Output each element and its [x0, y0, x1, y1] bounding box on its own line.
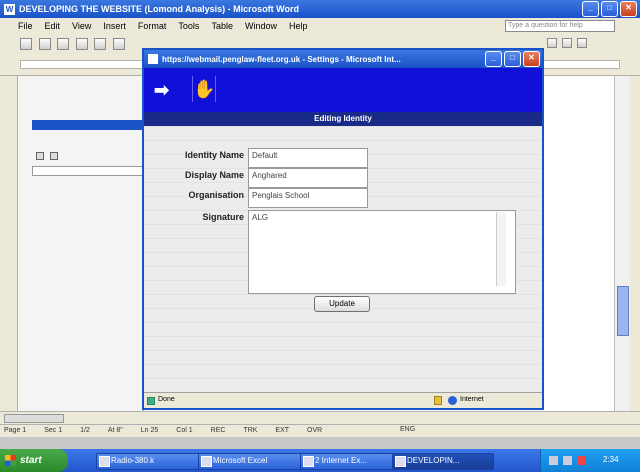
menu-item-help[interactable]: Help [289, 21, 308, 31]
app-icon [99, 456, 110, 467]
task-pane-icon-2[interactable] [50, 152, 58, 160]
save-icon[interactable] [57, 38, 70, 50]
organisation-input[interactable]: Penglais School [248, 188, 368, 208]
signature-textarea[interactable]: ALG [248, 210, 516, 294]
menu-item-tools[interactable]: Tools [178, 21, 199, 31]
word-maximize-button[interactable]: □ [601, 1, 618, 17]
bullets-icon[interactable] [577, 38, 587, 48]
system-tray: 2:34 [540, 449, 640, 472]
print-icon[interactable] [75, 38, 88, 50]
word-icon [395, 456, 406, 467]
browser-title-bar[interactable]: https://webmail.penglaw-fleet.org.uk - S… [144, 50, 542, 68]
browser-close-button[interactable]: ✕ [523, 51, 540, 67]
internet-zone-label: Internet [460, 396, 484, 403]
menu-item-insert[interactable]: Insert [103, 21, 126, 31]
settings-panel: Editing Identity Identity Name Default D… [144, 112, 542, 392]
view-buttons[interactable] [4, 414, 64, 423]
excel-icon [201, 456, 212, 467]
windows-logo-icon [5, 455, 16, 466]
page-done-icon [147, 397, 155, 405]
update-button[interactable]: Update [314, 296, 370, 312]
taskbar-item-word[interactable]: DEVELOPIN... [392, 453, 494, 470]
status-language: ENG [400, 426, 416, 433]
left-ruler [0, 76, 18, 411]
word-status-bar: Page 1 Sec 1 1/2 At 8" Ln 25 Col 1 REC TRK EXT OV… [0, 424, 640, 437]
menu-item-view[interactable]: View [72, 21, 91, 31]
identity-name-input[interactable]: Default [248, 148, 368, 168]
task-pane-icon[interactable] [36, 152, 44, 160]
signature-scrollbar[interactable] [496, 212, 506, 286]
ie-icon [303, 456, 314, 467]
internet-zone-icon [448, 396, 457, 405]
status-segment: At 8" [107, 427, 123, 434]
lock-icon [434, 396, 442, 405]
word-title: DEVELOPING THE WEBSITE (Lomond Analysis)… [19, 4, 300, 14]
status-segment: 1/2 [80, 427, 90, 434]
open-folder-icon[interactable] [38, 38, 51, 50]
taskbar-item-excel[interactable]: Microsoft Excel [198, 453, 304, 470]
ie-icon [148, 54, 158, 64]
scroll-thumb[interactable] [617, 286, 629, 336]
new-document-icon[interactable] [20, 38, 32, 50]
align-center-icon[interactable] [562, 38, 572, 48]
word-minimize-button[interactable]: _ [582, 1, 599, 17]
menu-item-format[interactable]: Format [138, 21, 167, 31]
word-app-icon: W [4, 3, 15, 15]
display-name-input[interactable]: Anghared [248, 168, 368, 188]
taskbar-item-internet-explorer[interactable]: 2 Internet Ex... [300, 453, 396, 470]
status-segment: REC [210, 427, 226, 434]
browser-status-bar: Done Internet [144, 392, 542, 408]
identity-name-label: Identity Name [184, 150, 244, 160]
word-title-bar[interactable]: W DEVELOPING THE WEBSITE (Lomond Analysi… [0, 0, 640, 18]
signature-label: Signature [202, 212, 244, 222]
task-pane-header[interactable] [32, 120, 144, 130]
status-segment: OVR [307, 427, 323, 434]
status-segment: Page 1 [4, 427, 27, 434]
status-segment: Ln 25 [140, 427, 159, 434]
browser-title: https://webmail.penglaw-fleet.org.uk - S… [162, 54, 401, 64]
menu-item-window[interactable]: Window [245, 21, 277, 31]
task-pane-dropdown[interactable] [32, 166, 144, 176]
horizontal-scrollbar[interactable] [0, 411, 640, 424]
menu-item-edit[interactable]: Edit [45, 21, 61, 31]
start-button[interactable]: start [0, 449, 68, 472]
editing-identity-header: Editing Identity [144, 112, 542, 126]
clock: 2:34 [603, 455, 619, 464]
hand-stop-icon[interactable]: ✋ [192, 76, 216, 102]
help-search-input[interactable]: Type a question for help [505, 20, 615, 32]
menu-item-file[interactable]: File [18, 21, 33, 31]
spelling-icon[interactable] [94, 38, 107, 50]
browser-window: https://webmail.penglaw-fleet.org.uk - S… [142, 48, 544, 410]
undo-icon[interactable] [112, 38, 125, 50]
align-left-icon[interactable] [547, 38, 557, 48]
status-segment: Sec 1 [44, 427, 63, 434]
taskbar-item-radio[interactable]: Radio-380.k [96, 453, 202, 470]
right-margin [630, 76, 640, 411]
menu-item-table[interactable]: Table [211, 21, 233, 31]
tray-icon[interactable] [577, 456, 586, 465]
word-close-button[interactable]: ✕ [620, 1, 637, 17]
display-name-label: Display Name [184, 170, 244, 180]
tray-icon[interactable] [563, 456, 572, 465]
vertical-scrollbar[interactable] [614, 76, 630, 411]
webmail-toolbar: ➡ ✋ [144, 68, 542, 112]
organisation-label: Organisation [188, 190, 244, 200]
back-arrow-icon[interactable]: ➡ [154, 78, 178, 102]
browser-minimize-button[interactable]: _ [485, 51, 502, 67]
status-segment: Col 1 [176, 427, 193, 434]
status-segment: EXT [275, 427, 290, 434]
browser-status-text: Done [158, 396, 175, 403]
browser-maximize-button[interactable]: □ [504, 51, 521, 67]
start-label: start [20, 455, 42, 466]
status-segment: TRK [243, 427, 258, 434]
tray-icon[interactable] [549, 456, 558, 465]
task-pane [18, 76, 144, 411]
taskbar: start Radio-380.k Microsoft Excel 2 Inte… [0, 449, 640, 472]
